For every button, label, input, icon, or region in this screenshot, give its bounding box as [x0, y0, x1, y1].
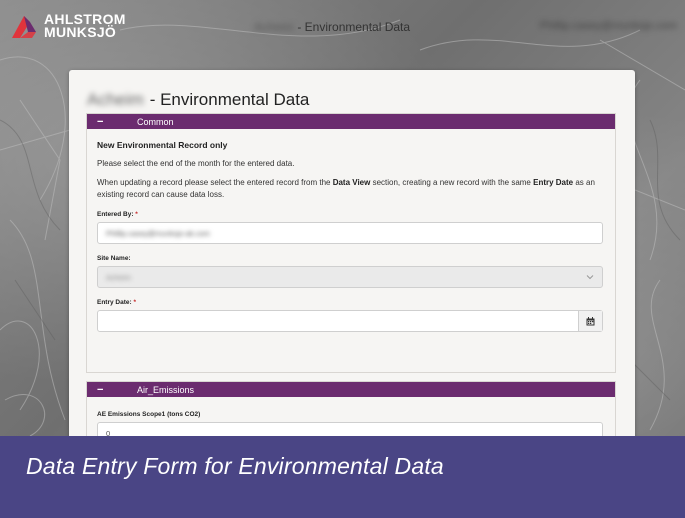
- calendar-icon: [586, 316, 595, 325]
- page-title: Acheim - Environmental Data: [87, 90, 309, 110]
- header-site-name: Acheim: [254, 20, 295, 34]
- site-name-value: Acheim: [106, 272, 132, 282]
- logo-text: AHLSTROM MUNKSJÖ: [44, 12, 126, 40]
- update-warning-part-1: When updating a record please select the…: [97, 178, 333, 187]
- site-name-label: Site Name:: [97, 255, 605, 262]
- page-title-site: Acheim: [87, 90, 144, 109]
- entry-date-label: Entry Date: *: [97, 299, 605, 306]
- top-header: AHLSTROM MUNKSJÖ Acheim - Environmental …: [0, 0, 685, 60]
- air-emissions-section-title: Air_Emissions: [137, 384, 195, 395]
- select-month-note: Please select the end of the month for t…: [97, 159, 295, 168]
- entered-by-label-text: Entered By:: [97, 211, 134, 218]
- common-section-header[interactable]: − Common: [87, 114, 615, 129]
- logo-line-2: MUNKSJÖ: [44, 24, 117, 40]
- common-section: − Common New Environmental Record only P…: [86, 113, 616, 373]
- header-title-suffix: - Environmental Data: [294, 20, 411, 34]
- update-warning-part-2: section, creating a new record with the …: [370, 178, 534, 187]
- form-card: Acheim - Environmental Data − Common New …: [69, 70, 635, 450]
- collapse-icon[interactable]: −: [97, 384, 137, 396]
- update-warning: When updating a record please select the…: [97, 177, 597, 201]
- site-name-select[interactable]: Acheim: [97, 266, 603, 288]
- calendar-button[interactable]: [578, 311, 602, 331]
- caption-banner: Data Entry Form for Environmental Data: [0, 436, 685, 518]
- entered-by-input[interactable]: Phillip.casey@munksjo-ak.com: [97, 222, 603, 244]
- required-asterisk: *: [135, 211, 138, 218]
- logo-icon: [12, 16, 36, 38]
- header-title: Acheim - Environmental Data: [254, 20, 410, 34]
- data-view-emphasis: Data View: [332, 178, 371, 187]
- entry-date-emphasis: Entry Date: [533, 178, 574, 187]
- required-asterisk: *: [133, 299, 137, 306]
- common-section-title: Common: [137, 116, 174, 127]
- entered-by-label: Entered By: *: [97, 211, 605, 218]
- header-user-email[interactable]: Phillip.casey@munksjo.com: [540, 20, 677, 32]
- entered-by-value: Phillip.casey@munksjo-ak.com: [106, 228, 210, 238]
- chevron-down-icon: [586, 275, 594, 280]
- site-name-label-text: Site Name:: [97, 255, 131, 262]
- entry-date-input[interactable]: [97, 310, 603, 332]
- entry-date-label-text: Entry Date:: [97, 299, 132, 306]
- scope1-label: AE Emissions Scope1 (tons CO2): [97, 411, 201, 418]
- common-section-body: New Environmental Record only Please sel…: [87, 129, 615, 332]
- air-emissions-section-header[interactable]: − Air_Emissions: [87, 382, 615, 397]
- collapse-icon[interactable]: −: [97, 116, 137, 128]
- page-title-text: - Environmental Data: [149, 90, 310, 109]
- new-record-note: New Environmental Record only: [97, 140, 228, 150]
- company-logo[interactable]: AHLSTROM MUNKSJÖ: [10, 12, 126, 40]
